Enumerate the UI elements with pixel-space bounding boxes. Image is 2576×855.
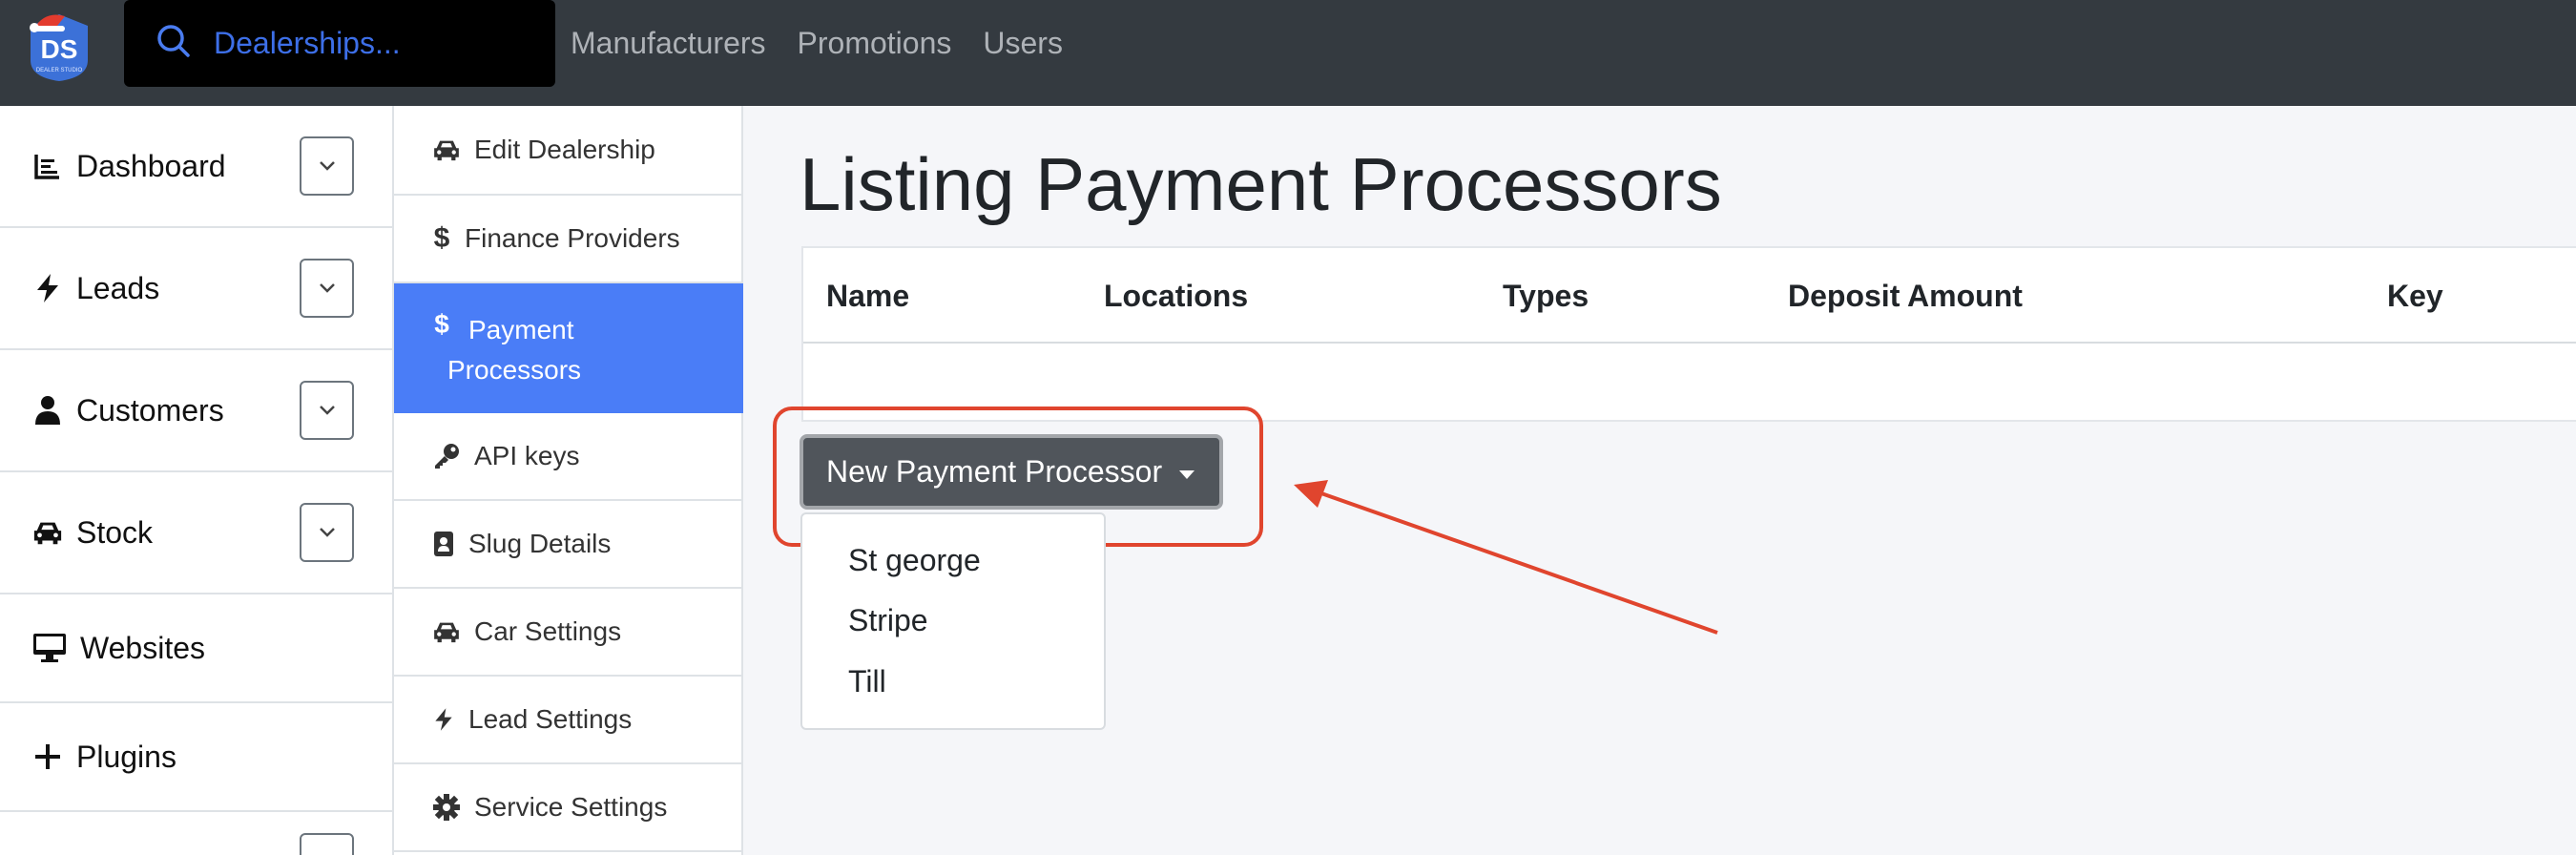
sidebar-item-customers[interactable]: Customers [0, 350, 394, 472]
bolt-icon [432, 705, 455, 734]
expand-more-button[interactable] [300, 833, 354, 855]
new-processor-dropdown-menu: St george Stripe Till [800, 512, 1106, 730]
dollar-icon: $ [433, 222, 450, 254]
column-header-types[interactable]: Types [1503, 279, 1589, 314]
user-icon [32, 395, 63, 426]
id-badge-icon [432, 530, 455, 558]
sidebar-item-label: Plugins [76, 739, 177, 774]
svg-text:DS: DS [41, 34, 78, 64]
table-header: Name Locations Types Deposit Amount Key [803, 248, 2576, 344]
subnav-finance-providers[interactable]: $ Finance Providers [394, 196, 743, 283]
nav-promotions[interactable]: Promotions [798, 26, 952, 61]
car-icon [432, 617, 461, 646]
subnav-label: Lead Settings [468, 704, 633, 734]
subnav-label: API keys [474, 441, 580, 470]
svg-text:DEALER STUDIO: DEALER STUDIO [36, 68, 83, 73]
main-sidebar: Dashboard Leads Customers Stock Websites… [0, 106, 394, 855]
chevron-down-icon [319, 161, 335, 171]
dealership-search[interactable] [124, 0, 557, 87]
new-payment-processor-label: New Payment Processor [826, 454, 1163, 489]
new-payment-processor-button[interactable]: New Payment Processor [800, 434, 1223, 510]
dropdown-item-st-george[interactable]: St george [848, 543, 981, 578]
subnav-label: Service Settings [474, 792, 668, 822]
sidebar-item-leads[interactable]: Leads [0, 228, 394, 350]
sidebar-item-label: Stock [76, 514, 154, 550]
payment-processors-table: Name Locations Types Deposit Amount Key [801, 246, 2576, 422]
caret-down-icon [1179, 470, 1195, 479]
search-icon [155, 22, 193, 65]
subnav-car-settings[interactable]: Car Settings [394, 589, 743, 677]
sidebar-item-stock[interactable]: Stock [0, 472, 394, 594]
sidebar-item-more[interactable] [0, 812, 394, 855]
subnav-payment-processors[interactable]: $ Payment Processors [394, 283, 743, 413]
car-icon [32, 517, 63, 548]
subnav-label: Car Settings [474, 616, 622, 646]
dropdown-item-till[interactable]: Till [848, 664, 886, 699]
chevron-down-icon [319, 406, 335, 415]
subnav-service-settings[interactable]: Service Settings [394, 764, 743, 852]
subnav-label: Finance Providers [465, 223, 680, 253]
monitor-icon [32, 633, 67, 663]
column-header-name[interactable]: Name [826, 279, 909, 314]
key-icon [432, 442, 461, 470]
sidebar-item-label: Websites [80, 630, 206, 665]
expand-customers-button[interactable] [300, 381, 354, 440]
subnav-slug-details[interactable]: Slug Details [394, 501, 743, 589]
subnav-label: Edit Dealership [474, 135, 655, 164]
bolt-icon [32, 273, 63, 303]
subnav-label: Slug Details [468, 529, 612, 558]
car-icon [432, 136, 461, 164]
expand-leads-button[interactable] [300, 259, 354, 318]
dropdown-item-stripe[interactable]: Stripe [848, 603, 928, 638]
search-input[interactable] [214, 26, 557, 61]
column-header-locations[interactable]: Locations [1104, 279, 1248, 314]
column-header-key[interactable]: Key [2387, 279, 2443, 314]
subnav-edit-dealership[interactable]: Edit Dealership [394, 106, 743, 196]
subnav-api-keys[interactable]: API keys [394, 413, 743, 501]
sidebar-item-plugins[interactable]: Plugins [0, 703, 394, 812]
dealer-studio-logo[interactable]: DS DEALER STUDIO [21, 7, 97, 83]
column-header-deposit-amount[interactable]: Deposit Amount [1788, 279, 2023, 314]
settings-subnav: Edit Dealership $ Finance Providers $ Pa… [394, 106, 743, 855]
nav-users[interactable]: Users [983, 26, 1063, 61]
sidebar-item-label: Customers [76, 392, 224, 428]
sidebar-item-label: Dashboard [76, 148, 226, 183]
subnav-label: Payment Processors [447, 315, 582, 385]
sidebar-item-label: Leads [76, 270, 160, 305]
top-nav: Manufacturers Promotions Users [571, 0, 1094, 87]
sidebar-item-dashboard[interactable]: Dashboard [0, 106, 394, 228]
expand-dashboard-button[interactable] [300, 136, 354, 196]
subnav-lead-settings[interactable]: Lead Settings [394, 677, 743, 764]
chevron-down-icon [319, 528, 335, 537]
top-navbar: DS DEALER STUDIO Manufacturers Promotion… [0, 0, 2576, 106]
plus-icon [32, 741, 63, 772]
page-title: Listing Payment Processors [800, 142, 1722, 226]
sidebar-item-websites[interactable]: Websites [0, 594, 394, 703]
chevron-down-icon [319, 283, 335, 293]
nav-manufacturers[interactable]: Manufacturers [571, 26, 766, 61]
expand-stock-button[interactable] [300, 503, 354, 562]
gear-icon [432, 793, 461, 822]
chart-icon [32, 151, 63, 181]
